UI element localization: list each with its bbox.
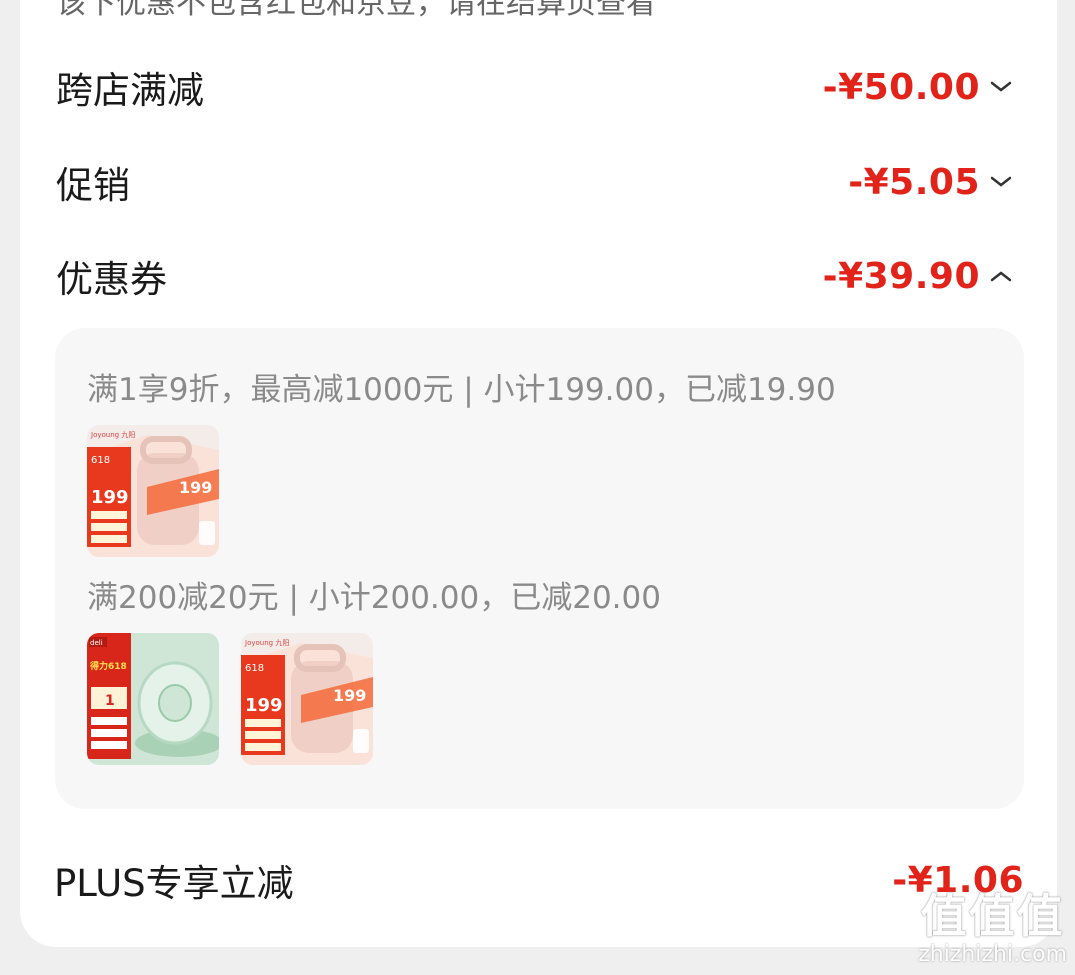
row-cross-store-discount[interactable]: 跨店满减 -¥50.00 [56,57,1016,117]
soymilk-maker-product-icon[interactable]: 618 199 199 Joyoung 九阳 [241,633,373,765]
tape-roll-product-icon[interactable]: deli 得力618 1 [87,633,219,765]
chevron-down-icon[interactable] [986,167,1016,197]
row-promotion[interactable]: 促销 -¥5.05 [56,152,1016,212]
coupon-rule-text: 满200减20元 | 小计200.00，已减20.00 [87,580,661,616]
svg-text:199: 199 [333,686,366,705]
watermark-glyphs: 值值值 [920,889,1065,943]
watermark: 值值值 zhizhizhi.com [918,880,1067,967]
row-label: 跨店满减 [56,69,204,112]
soymilk-maker-product-icon[interactable]: 618 199 199 Joyoung 九阳 [87,425,219,557]
discount-amount: -¥50.00 [822,66,980,108]
svg-text:199: 199 [179,478,212,497]
row-coupon[interactable]: 优惠券 -¥39.90 [56,246,1016,306]
price-text: 1 [105,693,115,709]
price-text: 199 [91,487,129,508]
row-label: 促销 [56,164,130,207]
row-plus-discount: PLUS专享立减 -¥1.06 [54,850,1024,910]
coupon-detail-panel: 满1享9折，最高减1000元 | 小计199.00，已减19.90 618 19… [55,328,1024,809]
discount-amount: -¥39.90 [822,255,980,297]
discount-amount: -¥5.05 [848,161,980,203]
row-label: PLUS专享立减 [54,862,294,905]
brand-text: Joyoung 九阳 [90,430,135,439]
coupon-rule-text: 满1享9折，最高减1000元 | 小计199.00，已减19.90 [87,372,836,408]
watermark-url: zhizhizhi.com [918,942,1067,967]
chevron-down-icon[interactable] [986,72,1016,102]
discount-note: 该下优惠不包含红包和京豆，请在结算页查看 [56,0,656,21]
brand-text: Joyoung 九阳 [244,638,289,647]
badge-618-text: 618 [245,663,264,674]
badge-text: 得力618 [89,660,127,672]
badge-618-text: 618 [91,455,110,466]
price-text: 199 [245,695,283,716]
brand-text: deli [90,639,103,647]
chevron-up-icon[interactable] [986,261,1016,291]
row-label: 优惠券 [56,258,167,301]
